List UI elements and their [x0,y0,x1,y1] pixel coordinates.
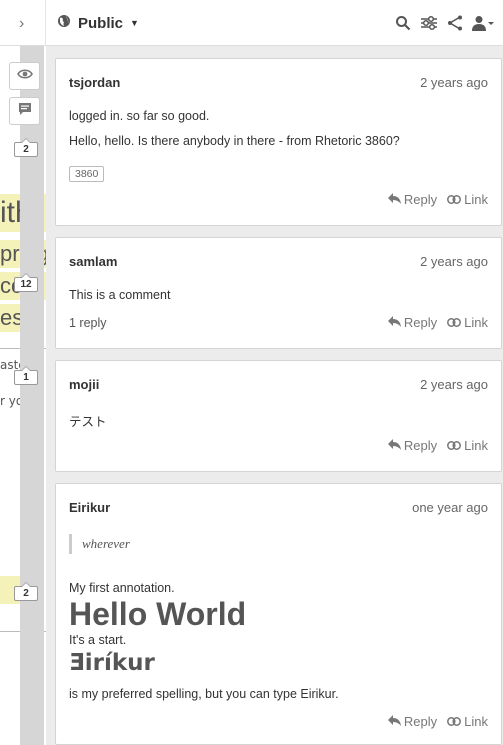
search-icon[interactable] [393,13,413,33]
reply-icon [387,714,401,729]
link-button[interactable]: Link [447,714,488,729]
annotation-text: This is a comment [69,288,171,302]
sidebar-topbar: › Public ▼ [0,0,503,46]
reply-icon [387,438,401,453]
annotation-text: My first annotation. [69,581,175,595]
sort-sliders-icon[interactable] [419,13,439,33]
annotation-text: テスト [69,414,107,429]
annotation-text: is my preferred spelling, but you can ty… [69,687,339,701]
link-label: Link [464,438,488,453]
link-icon [447,192,462,207]
annotation-bucket[interactable]: 12 [14,273,38,292]
annotation-bucket[interactable]: 2 [14,138,38,157]
annotation-card[interactable]: samlam 2 years ago This is a comment 1 r… [55,237,502,349]
reply-label: Reply [403,438,438,453]
annotation-timestamp[interactable]: 2 years ago [420,377,488,392]
new-page-note-button[interactable] [9,97,40,125]
link-label: Link [464,714,488,729]
reply-button[interactable]: Reply [387,714,438,729]
eye-icon [16,67,33,85]
annotation-text: Hello, hello. Is there anybody in there … [69,134,400,148]
annotation-heading: Hello World [69,596,247,632]
reply-button[interactable]: Reply [387,315,438,330]
annotation-timestamp[interactable]: 2 years ago [420,75,488,90]
reply-label: Reply [403,192,438,207]
link-button[interactable]: Link [447,438,488,453]
annotation-user[interactable]: Eirikur [69,500,110,515]
link-label: Link [464,315,488,330]
scope-label: Public [78,14,124,32]
annotation-text: It's a start. [69,633,127,647]
link-button[interactable]: Link [447,192,488,207]
link-icon [447,714,462,729]
annotation-stream: tsjordan 2 years ago logged in. so far s… [46,46,503,745]
annotation-card[interactable]: Eirikur one year ago wherever My first a… [55,483,502,745]
caret-down-icon: ▼ [130,18,139,28]
reply-icon [387,192,401,207]
scope-selector[interactable]: Public ▼ [57,14,139,32]
annotation-user[interactable]: tsjordan [69,75,120,90]
globe-icon [57,14,71,32]
reply-button[interactable]: Reply [387,192,438,207]
reply-label: Reply [403,714,438,729]
annotation-user[interactable]: samlam [69,254,117,269]
share-icon[interactable] [445,13,465,33]
annotation-quote[interactable]: wherever [69,534,130,554]
annotation-heading: Ǝiríkur [69,650,155,676]
annotation-user[interactable]: mojii [69,377,99,392]
annotation-bucket[interactable]: 2 [14,582,38,601]
comment-icon [18,102,32,121]
annotation-text: logged in. so far so good. [69,109,210,123]
annotation-card[interactable]: mojii 2 years ago テスト Reply Link [55,360,502,472]
link-label: Link [464,192,488,207]
link-icon [447,315,462,330]
user-icon[interactable] [471,13,495,33]
toggle-highlights-button[interactable] [9,62,40,90]
link-icon [447,438,462,453]
annotation-card[interactable]: tsjordan 2 years ago logged in. so far s… [55,58,502,226]
chevron-right-icon[interactable]: › [19,15,24,33]
annotation-tag[interactable]: 3860 [69,166,105,182]
annotation-timestamp[interactable]: 2 years ago [420,254,488,269]
annotation-bucket[interactable]: 1 [14,366,38,385]
reply-icon [387,315,401,330]
reply-label: Reply [403,315,438,330]
reply-button[interactable]: Reply [387,438,438,453]
link-button[interactable]: Link [447,315,488,330]
annotation-timestamp[interactable]: one year ago [412,500,488,515]
replies-toggle[interactable]: 1 reply [69,316,107,330]
